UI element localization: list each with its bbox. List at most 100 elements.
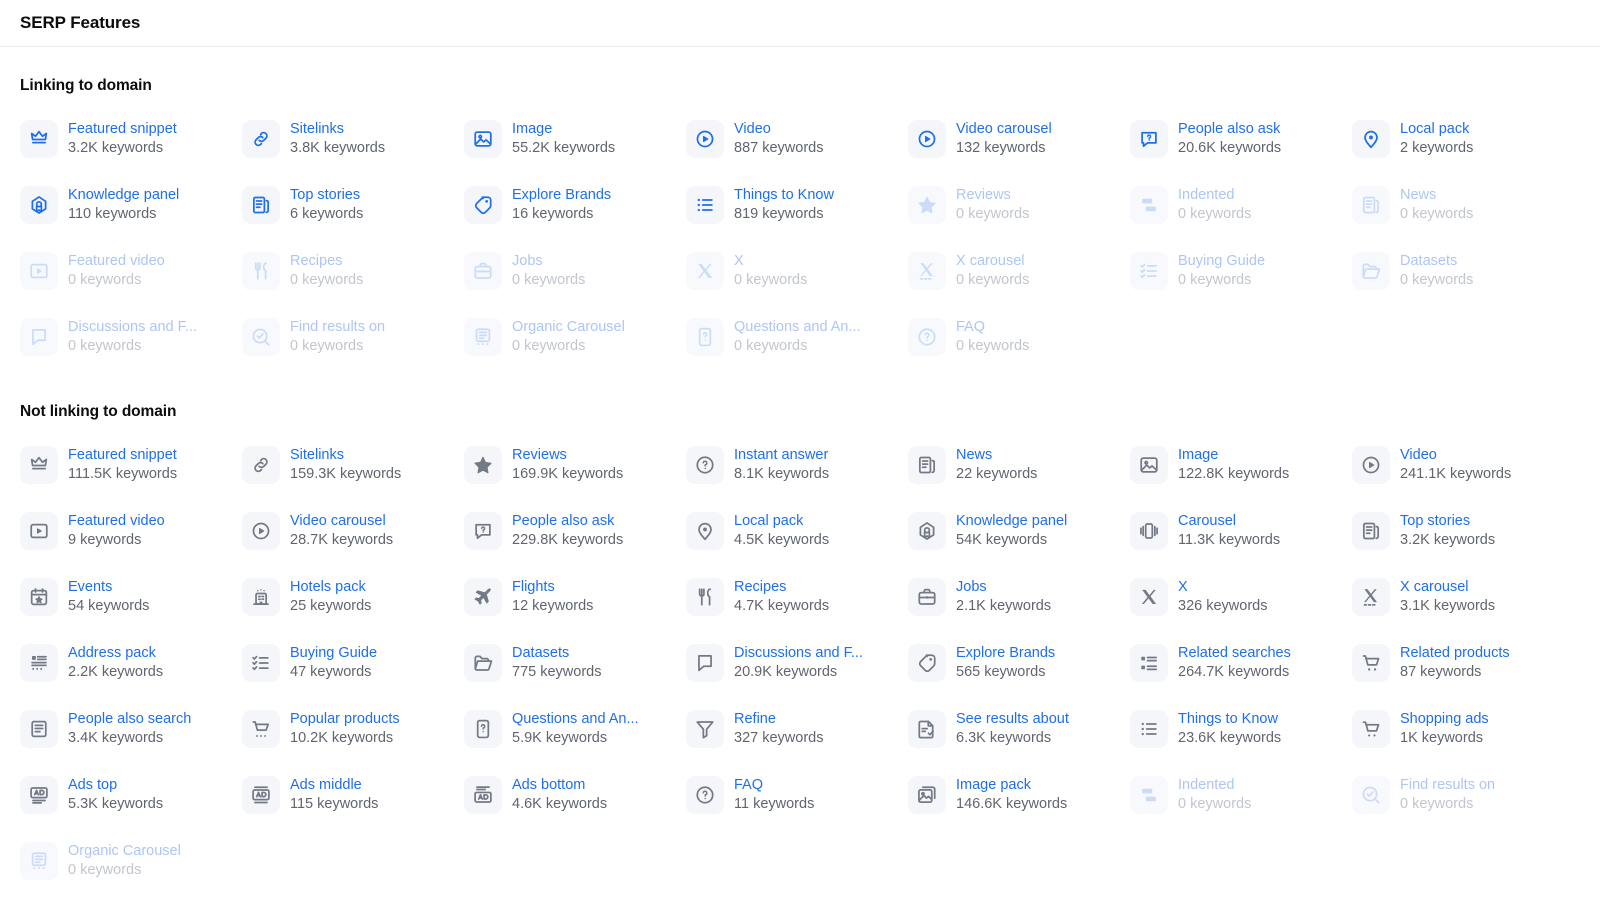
feature-item[interactable]: Featured snippet 111.5K keywords bbox=[20, 432, 242, 498]
feature-item[interactable]: People also ask 229.8K keywords bbox=[464, 498, 686, 564]
feature-item[interactable]: Image 122.8K keywords bbox=[1130, 432, 1352, 498]
feature-item[interactable]: See results about 6.3K keywords bbox=[908, 696, 1130, 762]
feature-item[interactable]: Ads bottom 4.6K keywords bbox=[464, 762, 686, 828]
feature-name[interactable]: Video carousel bbox=[290, 512, 393, 531]
feature-name[interactable]: Sitelinks bbox=[290, 120, 385, 139]
feature-name[interactable]: Explore Brands bbox=[956, 644, 1055, 663]
feature-name[interactable]: Featured video bbox=[68, 512, 165, 531]
feature-name[interactable]: Knowledge panel bbox=[68, 186, 179, 205]
feature-item[interactable]: News 22 keywords bbox=[908, 432, 1130, 498]
feature-item[interactable]: Shopping ads 1K keywords bbox=[1352, 696, 1574, 762]
feature-name[interactable]: Related products bbox=[1400, 644, 1510, 663]
feature-name[interactable]: Discussions and F... bbox=[734, 644, 863, 663]
feature-name[interactable]: Jobs bbox=[956, 578, 1051, 597]
feature-item[interactable]: Refine 327 keywords bbox=[686, 696, 908, 762]
feature-item[interactable]: Video carousel 132 keywords bbox=[908, 106, 1130, 172]
feature-name[interactable]: Top stories bbox=[1400, 512, 1495, 531]
feature-item[interactable]: Questions and An... 5.9K keywords bbox=[464, 696, 686, 762]
feature-name[interactable]: People also ask bbox=[512, 512, 623, 531]
feature-item[interactable]: Jobs 2.1K keywords bbox=[908, 564, 1130, 630]
feature-name[interactable]: People also search bbox=[68, 710, 191, 729]
feature-name[interactable]: Refine bbox=[734, 710, 823, 729]
feature-item[interactable]: Explore Brands 565 keywords bbox=[908, 630, 1130, 696]
feature-item[interactable]: Things to Know 23.6K keywords bbox=[1130, 696, 1352, 762]
feature-name[interactable]: Buying Guide bbox=[290, 644, 377, 663]
feature-item[interactable]: People also ask 20.6K keywords bbox=[1130, 106, 1352, 172]
feature-item[interactable]: Featured snippet 3.2K keywords bbox=[20, 106, 242, 172]
feature-name[interactable]: Things to Know bbox=[1178, 710, 1281, 729]
feature-name[interactable]: Explore Brands bbox=[512, 186, 611, 205]
feature-item[interactable]: Popular products 10.2K keywords bbox=[242, 696, 464, 762]
feature-name[interactable]: Top stories bbox=[290, 186, 363, 205]
feature-name[interactable]: Image pack bbox=[956, 776, 1067, 795]
feature-item[interactable]: Explore Brands 16 keywords bbox=[464, 172, 686, 238]
feature-item[interactable]: Recipes 4.7K keywords bbox=[686, 564, 908, 630]
feature-item[interactable]: Image pack 146.6K keywords bbox=[908, 762, 1130, 828]
feature-item[interactable]: Things to Know 819 keywords bbox=[686, 172, 908, 238]
feature-name[interactable]: Flights bbox=[512, 578, 593, 597]
feature-name[interactable]: Ads top bbox=[68, 776, 163, 795]
feature-item[interactable]: Knowledge panel 110 keywords bbox=[20, 172, 242, 238]
feature-name[interactable]: News bbox=[956, 446, 1037, 465]
feature-name[interactable]: FAQ bbox=[734, 776, 814, 795]
feature-name[interactable]: See results about bbox=[956, 710, 1069, 729]
feature-name[interactable]: Ads middle bbox=[290, 776, 378, 795]
feature-item[interactable]: Video 241.1K keywords bbox=[1352, 432, 1574, 498]
feature-name[interactable]: Recipes bbox=[734, 578, 829, 597]
feature-item[interactable]: Ads middle 115 keywords bbox=[242, 762, 464, 828]
feature-name[interactable]: X bbox=[1178, 578, 1267, 597]
feature-name[interactable]: Featured snippet bbox=[68, 446, 177, 465]
feature-item[interactable]: Knowledge panel 54K keywords bbox=[908, 498, 1130, 564]
feature-item[interactable]: Flights 12 keywords bbox=[464, 564, 686, 630]
feature-name[interactable]: Video carousel bbox=[956, 120, 1052, 139]
feature-name[interactable]: Datasets bbox=[512, 644, 601, 663]
feature-name[interactable]: Sitelinks bbox=[290, 446, 401, 465]
feature-item[interactable]: Local pack 4.5K keywords bbox=[686, 498, 908, 564]
feature-name[interactable]: Video bbox=[1400, 446, 1511, 465]
feature-name[interactable]: Ads bottom bbox=[512, 776, 607, 795]
feature-name[interactable]: Carousel bbox=[1178, 512, 1280, 531]
feature-name[interactable]: Instant answer bbox=[734, 446, 829, 465]
feature-name[interactable]: Featured snippet bbox=[68, 120, 177, 139]
feature-name[interactable]: Local pack bbox=[1400, 120, 1473, 139]
feature-item[interactable]: Top stories 6 keywords bbox=[242, 172, 464, 238]
feature-item[interactable]: Related searches 264.7K keywords bbox=[1130, 630, 1352, 696]
feature-name[interactable]: Hotels pack bbox=[290, 578, 371, 597]
feature-name[interactable]: Reviews bbox=[512, 446, 623, 465]
feature-name[interactable]: Image bbox=[1178, 446, 1289, 465]
feature-item[interactable]: FAQ 11 keywords bbox=[686, 762, 908, 828]
feature-name[interactable]: Questions and An... bbox=[512, 710, 639, 729]
feature-item[interactable]: Video 887 keywords bbox=[686, 106, 908, 172]
feature-item[interactable]: Hotels pack 25 keywords bbox=[242, 564, 464, 630]
feature-name[interactable]: Shopping ads bbox=[1400, 710, 1489, 729]
feature-item[interactable]: Address pack 2.2K keywords bbox=[20, 630, 242, 696]
feature-item[interactable]: X 326 keywords bbox=[1130, 564, 1352, 630]
feature-item[interactable]: X carousel 3.1K keywords bbox=[1352, 564, 1574, 630]
feature-name[interactable]: Knowledge panel bbox=[956, 512, 1067, 531]
feature-item[interactable]: Buying Guide 47 keywords bbox=[242, 630, 464, 696]
feature-item[interactable]: Featured video 9 keywords bbox=[20, 498, 242, 564]
feature-item[interactable]: Sitelinks 3.8K keywords bbox=[242, 106, 464, 172]
feature-name[interactable]: People also ask bbox=[1178, 120, 1281, 139]
feature-item[interactable]: People also search 3.4K keywords bbox=[20, 696, 242, 762]
feature-name[interactable]: Address pack bbox=[68, 644, 163, 663]
feature-item[interactable]: Local pack 2 keywords bbox=[1352, 106, 1574, 172]
feature-item[interactable]: Datasets 775 keywords bbox=[464, 630, 686, 696]
feature-item[interactable]: Image 55.2K keywords bbox=[464, 106, 686, 172]
feature-item[interactable]: Top stories 3.2K keywords bbox=[1352, 498, 1574, 564]
feature-item[interactable]: Discussions and F... 20.9K keywords bbox=[686, 630, 908, 696]
feature-name[interactable]: Local pack bbox=[734, 512, 829, 531]
feature-item[interactable]: Related products 87 keywords bbox=[1352, 630, 1574, 696]
feature-name[interactable]: Video bbox=[734, 120, 823, 139]
feature-item[interactable]: Carousel 11.3K keywords bbox=[1130, 498, 1352, 564]
feature-name[interactable]: Events bbox=[68, 578, 149, 597]
feature-name[interactable]: Popular products bbox=[290, 710, 400, 729]
feature-item[interactable]: Instant answer 8.1K keywords bbox=[686, 432, 908, 498]
feature-item[interactable]: Ads top 5.3K keywords bbox=[20, 762, 242, 828]
feature-name[interactable]: Related searches bbox=[1178, 644, 1291, 663]
feature-name[interactable]: Image bbox=[512, 120, 615, 139]
feature-item[interactable]: Events 54 keywords bbox=[20, 564, 242, 630]
feature-item[interactable]: Video carousel 28.7K keywords bbox=[242, 498, 464, 564]
feature-name[interactable]: Things to Know bbox=[734, 186, 834, 205]
feature-item[interactable]: Reviews 169.9K keywords bbox=[464, 432, 686, 498]
